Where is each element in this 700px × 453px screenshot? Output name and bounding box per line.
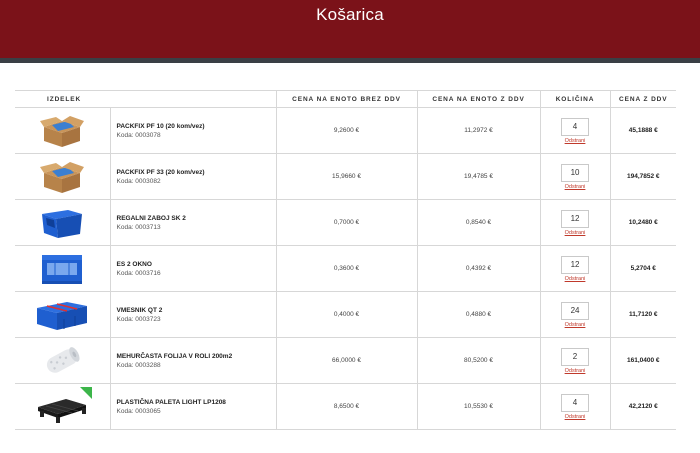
product-description: PLASTIČNA PALETA LIGHT LP1208 Koda: 0003…: [109, 383, 277, 430]
quantity-input[interactable]: 4: [561, 393, 590, 412]
remove-link[interactable]: Odstrani: [541, 276, 610, 282]
product-description: PACKFIX PF 10 (20 kom/vez) Koda: 0003078: [109, 107, 277, 154]
quantity-input[interactable]: 4: [561, 117, 590, 136]
header-stripe: [0, 58, 700, 63]
price-gross: 0,4392 €: [416, 245, 541, 292]
quantity-cell: 4 Odstrani: [539, 107, 611, 154]
header-total: CENA Z DDV: [609, 90, 677, 108]
page-title: Košarica: [316, 5, 384, 24]
remove-link[interactable]: Odstrani: [541, 138, 610, 144]
price-gross: 80,5200 €: [416, 337, 541, 384]
table-row: PLASTIČNA PALETA LIGHT LP1208 Koda: 0003…: [15, 383, 677, 430]
price-net: 0,7000 €: [275, 199, 418, 246]
price-gross: 0,4880 €: [416, 291, 541, 338]
price-gross: 0,8540 €: [416, 199, 541, 246]
product-image-cell[interactable]: [15, 153, 110, 200]
price-gross: 10,5530 €: [416, 383, 541, 430]
product-name[interactable]: MEHURČASTA FOLIJA V ROLI 200m2: [117, 352, 276, 361]
quantity-cell: 12 Odstrani: [539, 245, 611, 292]
header-price-gross: CENA NA ENOTO Z DDV: [416, 90, 541, 108]
table-row: REGALNI ZABOJ SK 2 Koda: 0003713 0,7000 …: [15, 199, 677, 246]
price-net: 66,0000 €: [275, 337, 418, 384]
header-quantity: KOLIČINA: [539, 90, 611, 108]
price-net: 8,6500 €: [275, 383, 418, 430]
header-product: IZDELEK: [15, 90, 277, 108]
quantity-input[interactable]: 12: [561, 255, 590, 274]
table-row: MEHURČASTA FOLIJA V ROLI 200m2 Koda: 000…: [15, 337, 677, 384]
quantity-cell: 4 Odstrani: [539, 383, 611, 430]
blue-window-bin-icon[interactable]: [38, 251, 86, 287]
table-row: PACKFIX PF 33 (20 kom/vez) Koda: 0003082…: [15, 153, 677, 200]
table-row: VMESNIK QT 2 Koda: 0003723 0,4000 € 0,48…: [15, 291, 677, 338]
price-net: 0,4000 €: [275, 291, 418, 338]
cardboard-box-icon[interactable]: [40, 113, 85, 149]
remove-link[interactable]: Odstrani: [541, 230, 610, 236]
quantity-cell: 24 Odstrani: [539, 291, 611, 338]
line-total: 194,7852 €: [609, 153, 677, 200]
product-code: Koda: 0003065: [116, 407, 161, 415]
product-description: PACKFIX PF 33 (20 kom/vez) Koda: 0003082: [109, 153, 277, 200]
product-image-cell[interactable]: [15, 337, 110, 384]
product-image-cell[interactable]: [15, 245, 110, 292]
price-net: 15,9660 €: [275, 153, 418, 200]
product-code: Koda: 0003078: [116, 131, 161, 139]
remove-link[interactable]: Odstrani: [541, 414, 610, 420]
line-total: 5,2704 €: [609, 245, 677, 292]
cart-table: IZDELEK CENA NA ENOTO BREZ DDV CENA NA E…: [15, 90, 677, 430]
line-total: 10,2480 €: [609, 199, 677, 246]
quantity-input[interactable]: 12: [561, 209, 590, 228]
quantity-input[interactable]: 10: [561, 163, 590, 182]
remove-link[interactable]: Odstrani: [541, 184, 610, 190]
line-total: 161,0400 €: [609, 337, 677, 384]
product-description: VMESNIK QT 2 Koda: 0003723: [109, 291, 277, 338]
product-name[interactable]: VMESNIK QT 2: [117, 306, 276, 315]
price-gross: 11,2972 €: [416, 107, 541, 154]
bubble-wrap-roll-icon[interactable]: [40, 343, 84, 379]
product-description: ES 2 OKNO Koda: 0003716: [109, 245, 277, 292]
blue-bin-icon[interactable]: [38, 206, 86, 240]
product-code: Koda: 0003723: [116, 315, 161, 323]
product-description: REGALNI ZABOJ SK 2 Koda: 0003713: [109, 199, 277, 246]
table-row: PACKFIX PF 10 (20 kom/vez) Koda: 0003078…: [15, 107, 677, 154]
product-name[interactable]: PLASTIČNA PALETA LIGHT LP1208: [117, 398, 276, 407]
cardboard-box-icon[interactable]: [40, 159, 85, 195]
header-price-net: CENA NA ENOTO BREZ DDV: [275, 90, 418, 108]
product-image-cell[interactable]: [15, 383, 110, 430]
product-code: Koda: 0003716: [116, 269, 161, 277]
remove-link[interactable]: Odstrani: [541, 368, 610, 374]
product-image-cell[interactable]: [15, 291, 110, 338]
line-total: 45,1888 €: [609, 107, 677, 154]
quantity-cell: 10 Odstrani: [539, 153, 611, 200]
product-name[interactable]: REGALNI ZABOJ SK 2: [117, 214, 276, 223]
price-gross: 19,4785 €: [416, 153, 541, 200]
table-header-row: IZDELEK CENA NA ENOTO BREZ DDV CENA NA E…: [15, 90, 677, 108]
price-net: 0,3600 €: [275, 245, 418, 292]
quantity-cell: 2 Odstrani: [539, 337, 611, 384]
quantity-cell: 12 Odstrani: [539, 199, 611, 246]
plastic-pallet-icon[interactable]: [32, 386, 93, 427]
product-image-cell[interactable]: [15, 107, 110, 154]
product-description: MEHURČASTA FOLIJA V ROLI 200m2 Koda: 000…: [109, 337, 277, 384]
product-code: Koda: 0003082: [116, 177, 161, 185]
table-row: ES 2 OKNO Koda: 0003716 0,3600 € 0,4392 …: [15, 245, 677, 292]
line-total: 42,2120 €: [609, 383, 677, 430]
product-name[interactable]: ES 2 OKNO: [117, 260, 276, 269]
quantity-input[interactable]: 2: [561, 347, 590, 366]
blue-divider-tray-icon[interactable]: [33, 296, 91, 334]
line-total: 11,7120 €: [609, 291, 677, 338]
product-name[interactable]: PACKFIX PF 10 (20 kom/vez): [117, 122, 276, 131]
quantity-input[interactable]: 24: [561, 301, 590, 320]
product-code: Koda: 0003713: [116, 223, 161, 231]
page-header: Košarica: [0, 0, 700, 58]
remove-link[interactable]: Odstrani: [541, 322, 610, 328]
price-net: 9,2600 €: [275, 107, 418, 154]
product-image-cell[interactable]: [15, 199, 110, 246]
product-code: Koda: 0003288: [116, 361, 161, 369]
product-name[interactable]: PACKFIX PF 33 (20 kom/vez): [117, 168, 276, 177]
